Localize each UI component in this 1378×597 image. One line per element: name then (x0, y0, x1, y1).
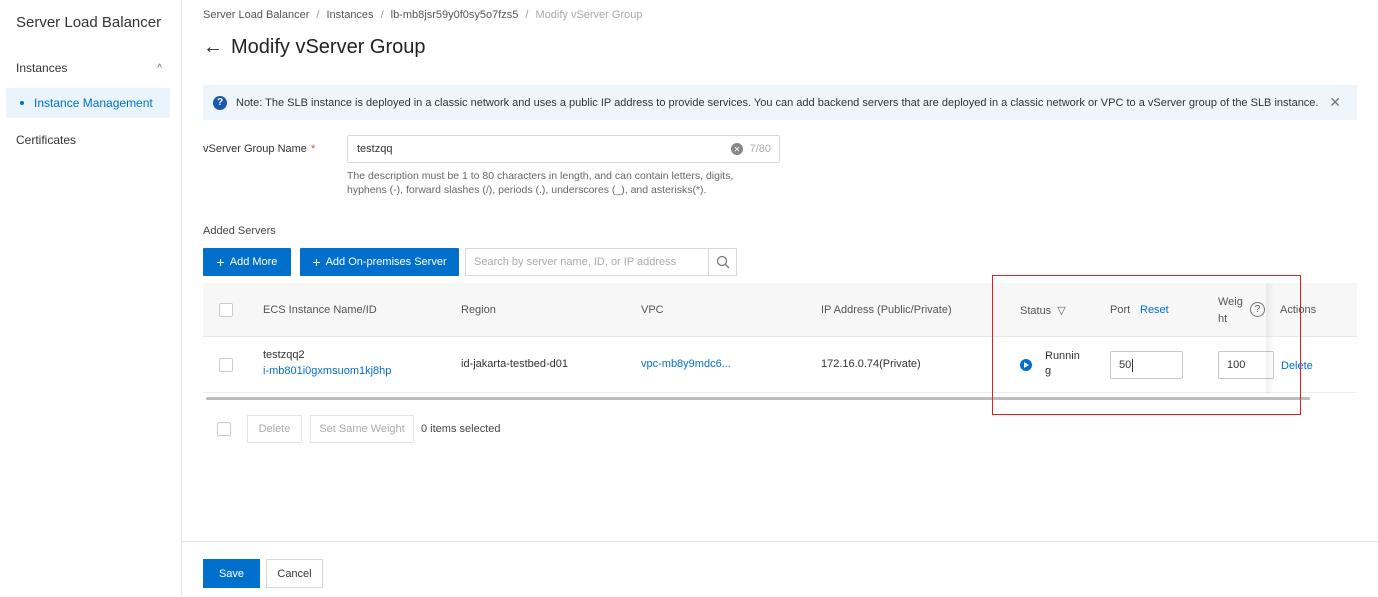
header-weight-line1: Weig (1218, 296, 1243, 308)
clear-input-icon[interactable]: ✕ (731, 143, 743, 155)
breadcrumb-item-slb[interactable]: Server Load Balancer (203, 9, 309, 21)
delete-row-link[interactable]: Delete (1281, 360, 1313, 372)
selected-count: 0 items selected (421, 423, 501, 435)
sidebar-item-label: Instance Management (34, 96, 153, 110)
header-weight-line2: ht (1218, 313, 1228, 325)
search-icon (716, 255, 729, 269)
name-input-value: testzqq (357, 143, 393, 155)
vserver-group-name-input[interactable]: testzqq ✕ 7/80 (347, 135, 780, 163)
table-row: testzqq2 i-mb801i0gxmsuom1kj8hp id-jakar… (203, 337, 1357, 393)
select-all-checkbox[interactable] (219, 303, 233, 317)
cancel-button[interactable]: Cancel (266, 559, 323, 588)
header-region: Region (461, 304, 496, 316)
ip-value: 172.16.0.74(Private) (821, 358, 921, 370)
vserver-group-name-label: vServer Group Name * (203, 143, 315, 155)
running-status-icon (1020, 359, 1032, 371)
sidebar-item-instance-management[interactable]: Instance Management (6, 88, 170, 118)
breadcrumb-separator: / (316, 9, 320, 21)
header-vpc: VPC (641, 304, 664, 316)
servers-table: ECS Instance Name/ID Region VPC IP Addre… (203, 283, 1357, 400)
close-icon[interactable]: ✕ (1329, 94, 1341, 111)
status-text-line2: g (1045, 365, 1052, 377)
breadcrumb-current: Modify vServer Group (535, 9, 643, 21)
search-button[interactable] (708, 249, 736, 275)
sidebar-group-label: Instances (16, 61, 68, 75)
breadcrumb: Server Load Balancer / Instances / lb-mb… (203, 9, 642, 21)
plus-icon: + (216, 254, 225, 270)
set-same-weight-button[interactable]: Set Same Weight (310, 415, 414, 443)
sidebar-title: Server Load Balancer (16, 14, 162, 31)
field-label-text: vServer Group Name (203, 143, 307, 155)
server-search-input[interactable] (466, 249, 708, 275)
table-header: ECS Instance Name/ID Region VPC IP Addre… (203, 283, 1357, 337)
note-banner: ? Note: The SLB instance is deployed in … (203, 85, 1357, 120)
back-arrow-icon[interactable]: ← (203, 36, 223, 59)
breadcrumb-separator: / (525, 9, 529, 21)
row-checkbox[interactable] (219, 358, 233, 372)
breadcrumb-separator: / (380, 9, 384, 21)
status-text-line1: Runnin (1045, 350, 1080, 362)
sticky-column-shadow (1266, 283, 1274, 393)
question-icon: ? (213, 95, 227, 110)
header-status: Status ▽ (1020, 304, 1066, 317)
horizontal-scrollbar[interactable] (206, 397, 1310, 400)
server-search (465, 248, 737, 276)
char-count: 7/80 (749, 143, 771, 155)
text-caret (1132, 358, 1134, 372)
add-onprem-server-button[interactable]: + Add On-premises Server (300, 248, 459, 276)
bulk-delete-button[interactable]: Delete (247, 415, 302, 443)
add-more-label: Add More (229, 256, 278, 268)
page-title-row: ← Modify vServer Group (203, 36, 426, 59)
instance-name: testzqq2 (263, 349, 305, 361)
breadcrumb-item-instances[interactable]: Instances (326, 9, 373, 21)
sidebar-group-instances[interactable]: Instances ^ (16, 61, 166, 75)
header-actions: Actions (1280, 304, 1317, 316)
name-hint: The description must be 1 to 80 characte… (347, 170, 734, 196)
add-onprem-label: Add On-premises Server (325, 256, 447, 268)
header-status-label: Status (1020, 305, 1052, 317)
save-button[interactable]: Save (203, 559, 260, 588)
chevron-up-icon: ^ (157, 62, 162, 74)
note-text: Note: The SLB instance is deployed in a … (236, 96, 1319, 109)
header-instance: ECS Instance Name/ID (263, 304, 377, 316)
header-ip: IP Address (Public/Private) (821, 304, 952, 316)
vpc-link[interactable]: vpc-mb8y9mdc6... (641, 358, 731, 370)
instance-id-link[interactable]: i-mb801i0gxmsuom1kj8hp (263, 365, 391, 377)
added-servers-label: Added Servers (203, 225, 276, 237)
page-title: Modify vServer Group (231, 36, 426, 58)
plus-icon: + (312, 254, 321, 270)
sidebar: Server Load Balancer Instances ^ Instanc… (0, 0, 182, 597)
bullet-icon (20, 101, 24, 105)
footer-bar (182, 541, 1378, 597)
port-value: 50 (1119, 359, 1132, 371)
region-value: id-jakarta-testbed-d01 (461, 358, 569, 370)
bulk-select-checkbox[interactable] (217, 422, 231, 436)
add-more-button[interactable]: + Add More (203, 248, 291, 276)
breadcrumb-item-instance-id[interactable]: lb-mb8jsr59y0f0sy5o7fzs5 (391, 9, 519, 21)
filter-icon[interactable]: ▽ (1057, 305, 1065, 317)
header-port: Port (1110, 304, 1131, 316)
port-reset-link[interactable]: Reset (1140, 304, 1169, 316)
port-input[interactable]: 50 (1110, 351, 1183, 379)
weight-value: 100 (1227, 359, 1246, 371)
help-icon[interactable]: ? (1250, 302, 1265, 317)
sidebar-item-certificates[interactable]: Certificates (16, 133, 76, 147)
required-mark: * (310, 143, 316, 155)
